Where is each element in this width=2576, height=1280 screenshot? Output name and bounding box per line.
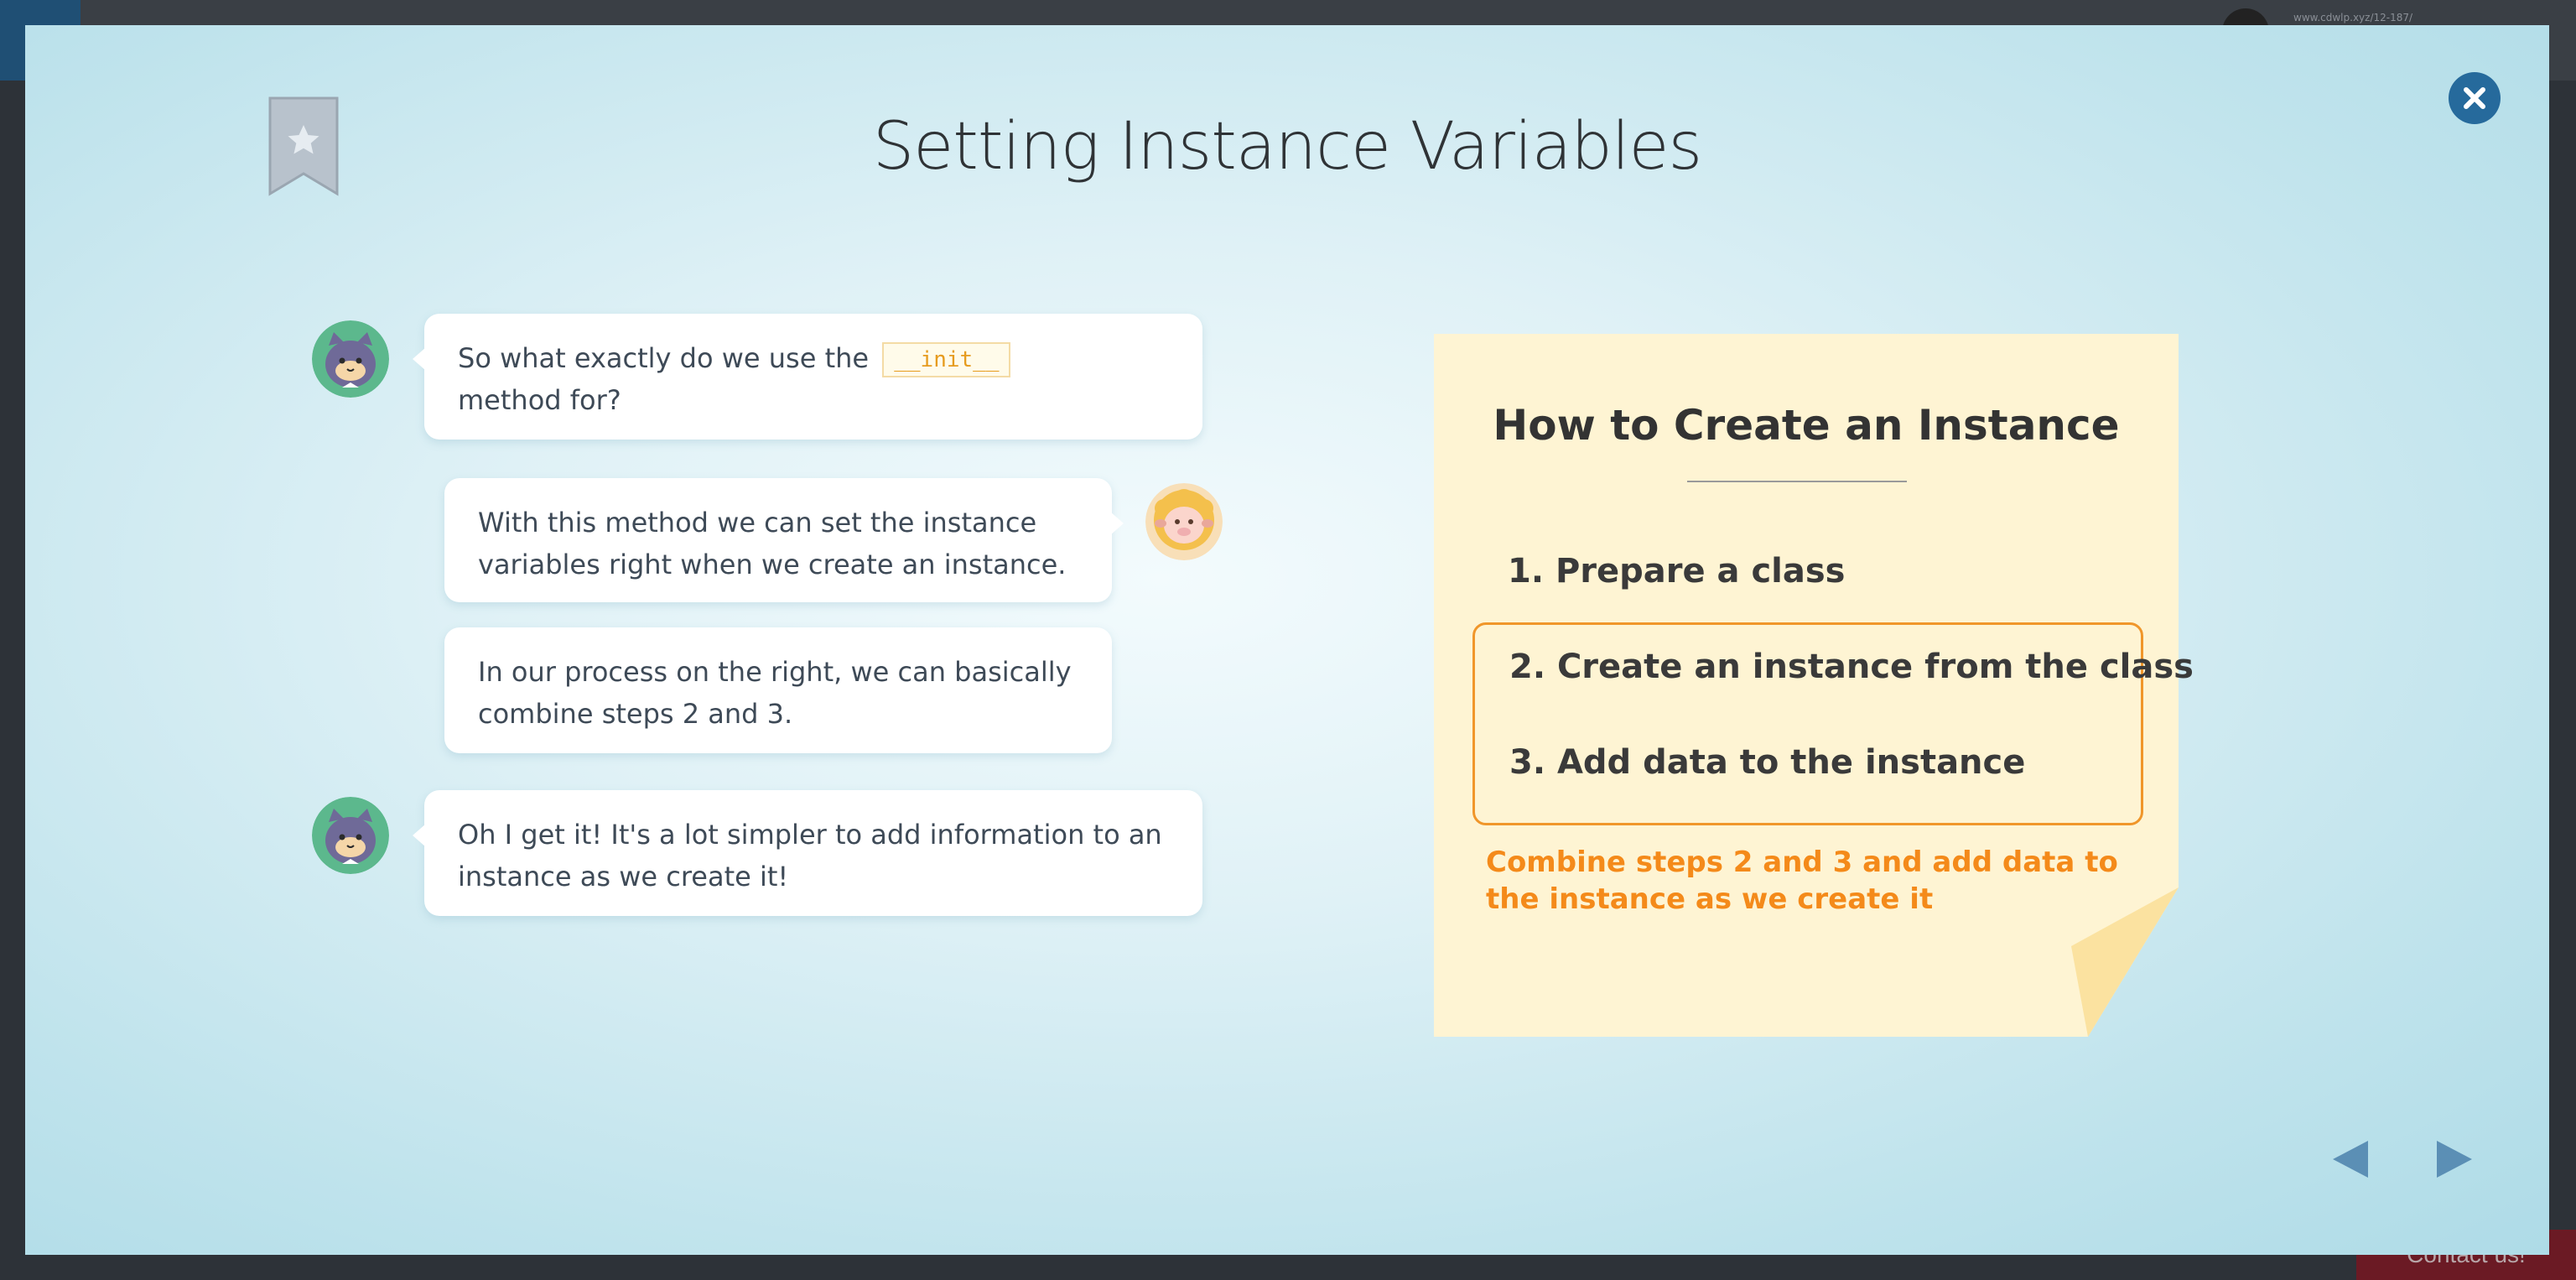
note-divider xyxy=(1687,481,1907,482)
chat-bubble-realization: Oh I get it! It's a lot simpler to add i… xyxy=(413,790,1202,916)
cat-avatar xyxy=(312,320,389,398)
step-2: 2. Create an instance from the class xyxy=(1509,648,2194,686)
code-snippet-init: __init__ xyxy=(882,342,1011,377)
cat-avatar xyxy=(312,797,389,874)
chat-text: In our process on the right, we can basi… xyxy=(478,656,1072,730)
sheep-avatar xyxy=(1145,483,1223,560)
chat-bubble-answer-1: With this method we can set the instance… xyxy=(444,478,1124,602)
triangle-left-icon[interactable] xyxy=(2326,1134,2376,1184)
lesson-title: Setting Instance Variables xyxy=(872,109,1702,185)
chat-text: With this method we can set the instance… xyxy=(478,507,1067,580)
step-3: 3. Add data to the instance xyxy=(1509,743,2026,782)
lesson-modal: Setting Instance Variables So what exact… xyxy=(25,25,2549,1255)
triangle-right-icon[interactable] xyxy=(2428,1134,2479,1184)
chat-bubble-answer-2: In our process on the right, we can basi… xyxy=(444,627,1112,753)
chat-text: So what exactly do we use the xyxy=(458,342,870,374)
note-title: How to Create an Instance xyxy=(1493,401,2120,450)
close-icon xyxy=(2464,87,2485,109)
chat-text: method for? xyxy=(458,384,621,416)
step-1: 1. Prepare a class xyxy=(1508,552,1846,591)
chat-text: Oh I get it! It's a lot simpler to add i… xyxy=(458,819,1162,892)
chat-bubble-question: So what exactly do we use the __init__ m… xyxy=(413,314,1202,440)
instance-steps-note: How to Create an Instance 1. Prepare a c… xyxy=(1434,334,2194,1037)
background-site-url: www.cdwlp.xyz/12-187/ xyxy=(2293,12,2413,23)
note-footer: Combine steps 2 and 3 and add data to th… xyxy=(1486,846,2118,916)
